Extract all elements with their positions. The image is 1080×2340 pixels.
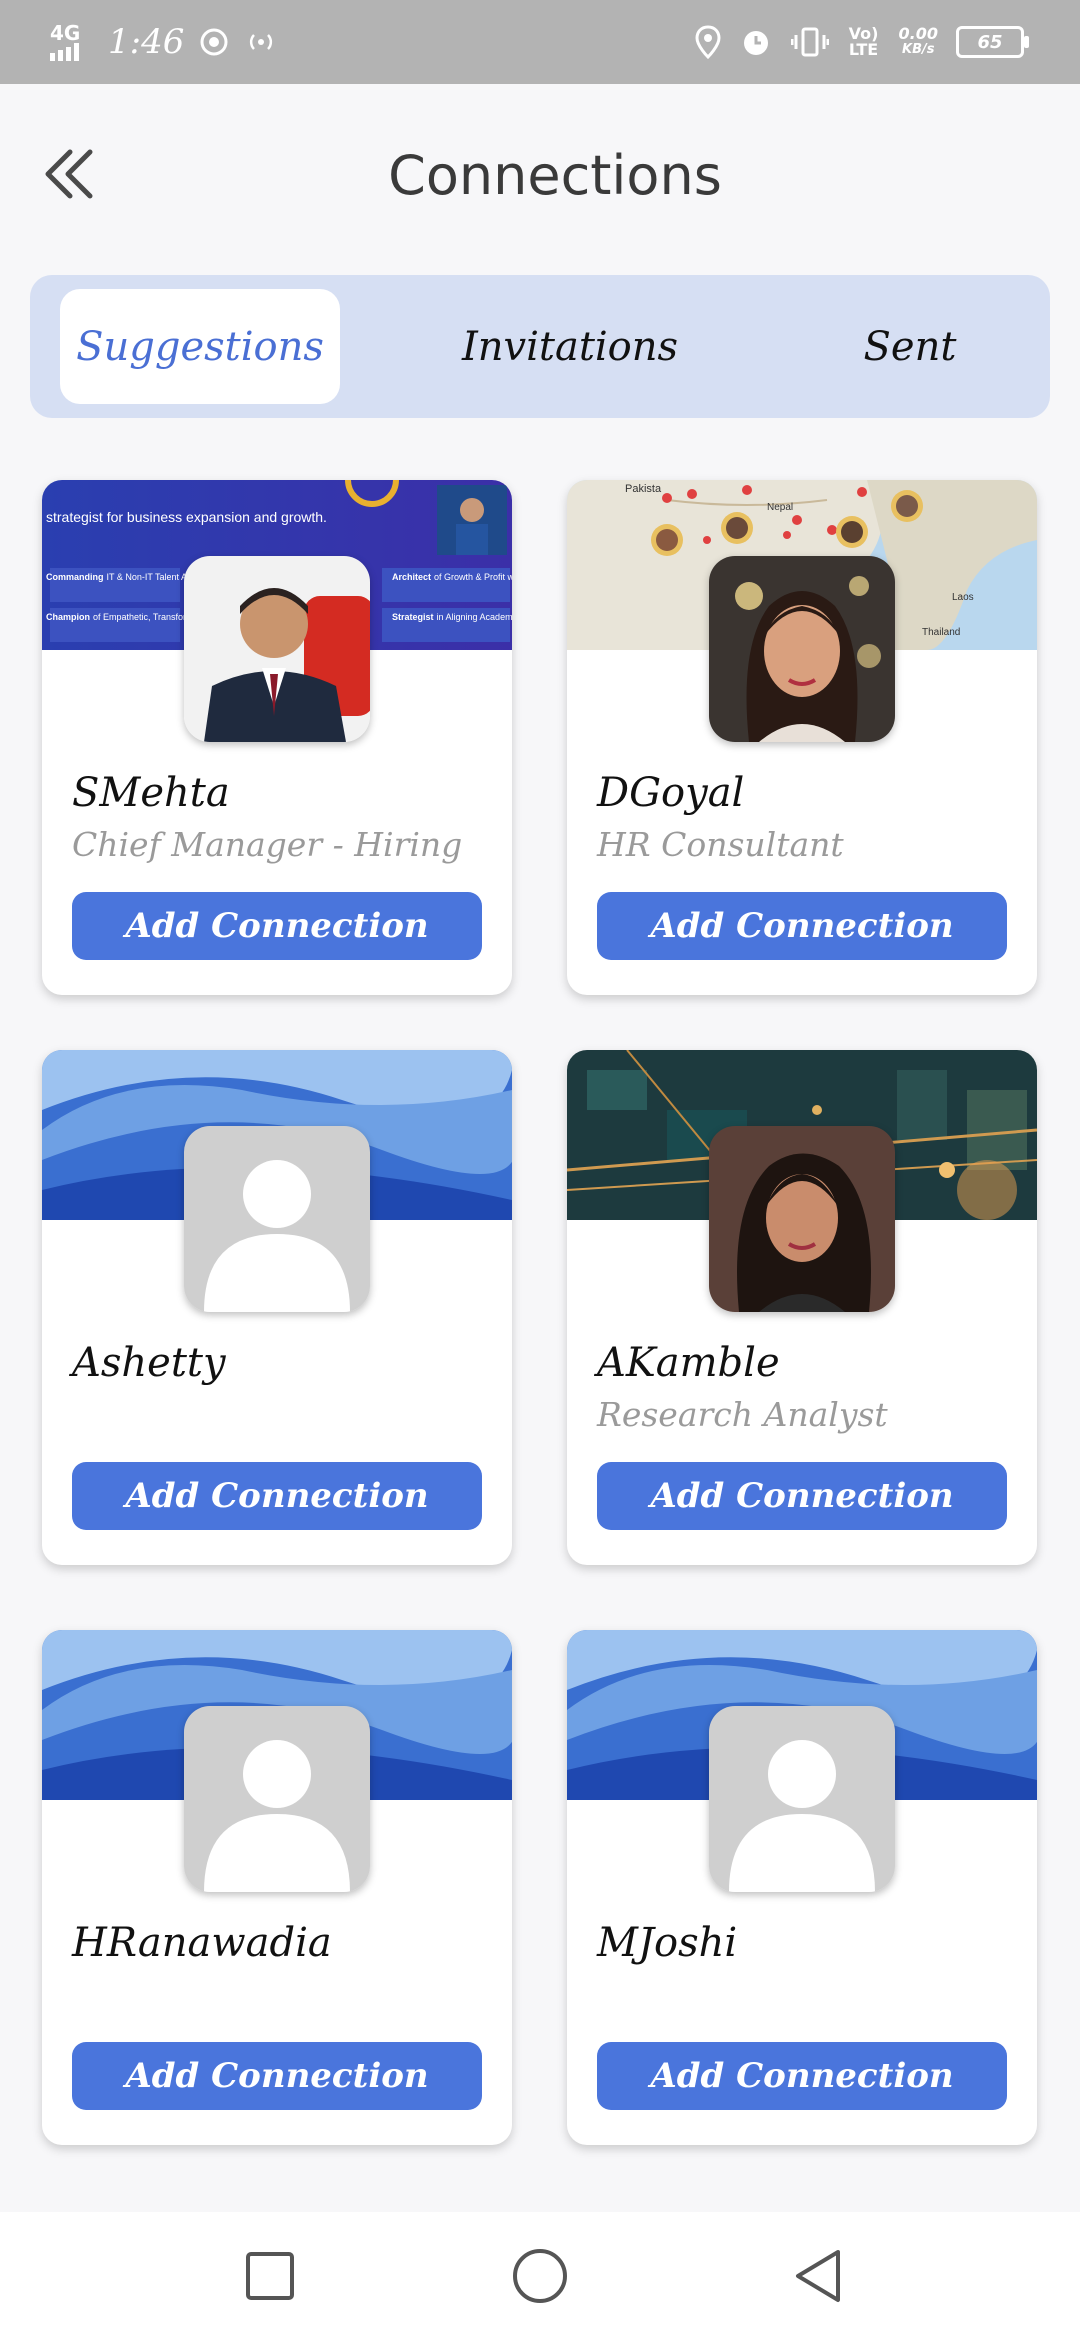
square-icon xyxy=(246,2252,294,2300)
svg-text:Architectof Growth & Profit w/: Architectof Growth & Profit w/ Cutting-E… xyxy=(392,572,512,582)
speed-value: 0.00 xyxy=(898,24,938,43)
connection-card: Ashetty Add Connection xyxy=(42,1050,512,1565)
banner-item2-bold: Champion xyxy=(46,612,90,622)
system-nav-bar xyxy=(0,2212,1080,2340)
app-header: Connections xyxy=(0,84,1080,264)
avatar[interactable] xyxy=(709,1126,895,1312)
signal-icon xyxy=(50,43,79,61)
add-connection-button[interactable]: Add Connection xyxy=(72,892,482,960)
circle-icon xyxy=(513,2249,567,2303)
tab-sent[interactable]: Sent xyxy=(770,289,1050,404)
banner-item3-bold: Architect xyxy=(392,572,431,582)
map-label-pakistan: Pakista xyxy=(625,483,662,495)
connection-name: Ashetty xyxy=(72,1340,226,1386)
tab-bar: Suggestions Invitations Sent xyxy=(30,275,1050,418)
battery-icon: 65 xyxy=(956,26,1029,58)
add-connection-button[interactable]: Add Connection xyxy=(597,892,1007,960)
add-connection-button[interactable]: Add Connection xyxy=(72,2042,482,2110)
connection-card: HRanawadia Add Connection xyxy=(42,1630,512,2145)
connection-name: AKamble xyxy=(597,1340,780,1386)
speed-unit: KB/s xyxy=(902,42,935,57)
connection-role: HR Consultant xyxy=(597,825,844,864)
banner-item3-rest: of Growth & Profit w/ Cutting-Edge Marke… xyxy=(434,572,512,582)
network-type: 4G xyxy=(50,21,81,45)
triangle-back-icon xyxy=(796,2250,840,2302)
network-indicator: 4G xyxy=(50,23,94,61)
avatar-placeholder[interactable] xyxy=(184,1126,370,1312)
connection-role: Research Analyst xyxy=(597,1395,888,1434)
map-label-thailand: Thailand xyxy=(922,627,960,638)
status-bar: 4G 1:46 Vo) LTE 0.00 KB/s 65 xyxy=(0,0,1080,84)
alarm-icon xyxy=(743,31,768,55)
system-back-button[interactable] xyxy=(790,2246,850,2306)
connection-role: Chief Manager - Hiring xyxy=(72,825,463,864)
avatar[interactable] xyxy=(184,556,370,742)
connection-card: strategist for business expansion and gr… xyxy=(42,480,512,995)
connection-card: MJoshi Add Connection xyxy=(567,1630,1037,2145)
banner-tagline: strategist for business expansion and gr… xyxy=(46,509,327,525)
tab-invitations[interactable]: Invitations xyxy=(410,289,730,404)
connection-name: DGoyal xyxy=(597,770,745,816)
add-connection-button[interactable]: Add Connection xyxy=(597,1462,1007,1530)
add-connection-button[interactable]: Add Connection xyxy=(597,2042,1007,2110)
map-label-laos: Laos xyxy=(952,592,974,603)
svg-text:Strategistin Aligning Academic: Strategistin Aligning Academic Brillianc… xyxy=(392,612,512,622)
banner-item4-rest: in Aligning Academic Brilliance with Ind… xyxy=(437,612,512,622)
hotspot-icon xyxy=(250,34,273,50)
avatar[interactable] xyxy=(709,556,895,742)
home-button[interactable] xyxy=(510,2246,570,2306)
map-label-nepal: Nepal xyxy=(767,502,793,513)
connection-name: MJoshi xyxy=(597,1920,738,1966)
avatar-placeholder[interactable] xyxy=(709,1706,895,1892)
banner-item1-bold: Commanding xyxy=(46,572,104,582)
data-speed: 0.00 KB/s xyxy=(899,26,938,58)
connection-name: HRanawadia xyxy=(72,1920,332,1966)
recent-apps-button[interactable] xyxy=(240,2246,300,2306)
connection-card: Pakista Nepal Thailand Laos DGoyal HR Co… xyxy=(567,480,1037,995)
battery-level: 65 xyxy=(977,31,1003,53)
add-connection-button[interactable]: Add Connection xyxy=(72,1462,482,1530)
connection-name: SMehta xyxy=(72,770,230,816)
connection-card: AKamble Research Analyst Add Connection xyxy=(567,1050,1037,1565)
volte-indicator: Vo) LTE xyxy=(848,24,879,59)
banner-item4-bold: Strategist xyxy=(392,612,434,622)
whatsapp-icon xyxy=(200,28,228,56)
clock: 1:46 xyxy=(108,22,185,62)
vibrate-icon xyxy=(790,27,829,57)
tab-suggestions[interactable]: Suggestions xyxy=(60,289,340,404)
avatar-placeholder[interactable] xyxy=(184,1706,370,1892)
page-title: Connections xyxy=(388,144,722,207)
location-icon xyxy=(695,25,721,59)
